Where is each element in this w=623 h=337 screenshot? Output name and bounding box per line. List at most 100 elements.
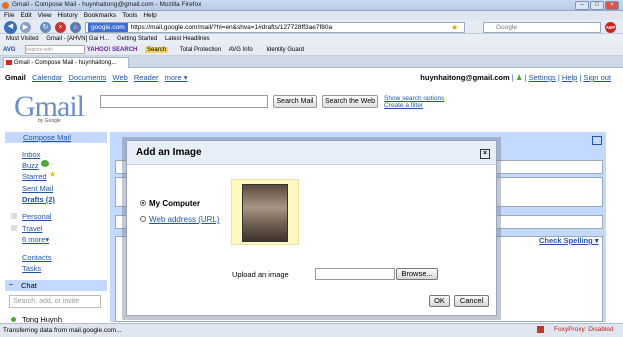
sidebar-item-sent[interactable]: Sent Mail: [22, 184, 53, 193]
menu-view[interactable]: View: [38, 11, 52, 20]
sidebar-item-contacts[interactable]: Contacts: [22, 253, 52, 262]
addon-toolbar: AVG explore with YAHOO! SEARCH Search To…: [0, 44, 623, 56]
avg-info-button[interactable]: AVG Info: [229, 47, 253, 53]
sidebar-item-more[interactable]: 6 more▾: [22, 235, 49, 244]
popout-icon[interactable]: [592, 136, 602, 145]
status-text: Transferring data from mail.google.com..…: [3, 327, 122, 334]
option-web-address[interactable]: Web address (URL): [149, 215, 220, 224]
ok-button[interactable]: OK: [429, 295, 450, 307]
maximize-button[interactable]: □: [590, 1, 604, 10]
menu-bookmarks[interactable]: Bookmarks: [84, 11, 117, 20]
label-personal-icon: [11, 213, 17, 219]
radio-web-address[interactable]: [140, 216, 146, 222]
settings-link[interactable]: Settings: [529, 73, 556, 82]
forward-icon[interactable]: ▶: [20, 22, 31, 33]
tab-gmail-compose[interactable]: Gmail - Compose Mail - huynhaitong...: [3, 57, 129, 68]
menu-edit[interactable]: Edit: [20, 11, 31, 20]
reload-icon[interactable]: ↻: [40, 22, 51, 33]
tab-title: Gmail - Compose Mail - huynhaitong...: [14, 60, 117, 66]
window-titlebar: Gmail - Compose Mail - huynhaitong@gmail…: [0, 0, 623, 11]
help-link[interactable]: Help: [562, 73, 577, 82]
browser-search-input[interactable]: Google: [483, 22, 601, 33]
dialog-title: Add an Image: [127, 141, 496, 165]
gmail-favicon-icon: [6, 60, 12, 65]
sidebar-item-drafts[interactable]: Drafts (2): [22, 195, 55, 204]
search-options-links: Show search options Create a filter: [384, 95, 444, 109]
back-icon[interactable]: ◀: [4, 21, 17, 34]
cancel-button[interactable]: Cancel: [454, 295, 489, 307]
foxyproxy-status[interactable]: FoxyProxy: Disabled: [554, 326, 614, 333]
navigation-toolbar: ◀ ▶ ↻ × ⌂ google.com https://mail.google.…: [0, 20, 623, 34]
home-icon[interactable]: ⌂: [70, 22, 81, 33]
sidebar-item-starred[interactable]: Starred: [22, 172, 47, 181]
total-protection-button[interactable]: Total Protection: [180, 47, 221, 53]
add-image-dialog: Add an Image × My Computer Web address (…: [126, 140, 497, 316]
bookmark-star-icon[interactable]: ★: [451, 23, 458, 32]
avg-logo[interactable]: AVG: [3, 47, 16, 53]
bookmark-latest-headlines[interactable]: Latest Headlines: [165, 36, 210, 42]
logo-subtitle: by Google: [38, 118, 61, 124]
nav-reader[interactable]: Reader: [134, 73, 159, 82]
search-mail-button[interactable]: Search Mail: [273, 95, 317, 108]
nav-web[interactable]: Web: [113, 73, 128, 82]
online-status-icon: [11, 317, 16, 322]
search-web-button[interactable]: Search the Web: [322, 95, 378, 108]
show-search-options-link[interactable]: Show search options: [384, 95, 444, 102]
adblock-icon[interactable]: ABP: [605, 22, 616, 33]
bookmark-most-visited[interactable]: Most Visited: [6, 36, 39, 42]
stop-icon[interactable]: ×: [55, 22, 66, 33]
upload-label: Upload an image: [232, 270, 289, 279]
nav-gmail[interactable]: Gmail: [5, 73, 26, 82]
image-preview: [231, 179, 299, 245]
compose-mail-button[interactable]: Compose Mail: [5, 132, 107, 143]
menu-bar: File Edit View History Bookmarks Tools H…: [0, 11, 623, 20]
menu-tools[interactable]: Tools: [122, 11, 137, 20]
firefox-icon: [2, 2, 9, 9]
sidebar-item-travel[interactable]: Travel: [22, 224, 43, 233]
label-travel-icon: [11, 225, 17, 231]
site-identity[interactable]: google.com: [88, 23, 128, 32]
chat-collapse-icon[interactable]: –: [9, 281, 13, 288]
menu-help[interactable]: Help: [143, 11, 156, 20]
nav-documents[interactable]: Documents: [68, 73, 106, 82]
sidebar-item-inbox[interactable]: Inbox: [22, 150, 40, 159]
nav-more[interactable]: more ▾: [165, 73, 188, 82]
user-icon: ♟: [515, 73, 523, 82]
yahoo-search-label: YAHOO! SEARCH: [86, 47, 138, 53]
dialog-close-button[interactable]: ×: [480, 149, 490, 159]
menu-history[interactable]: History: [58, 11, 78, 20]
window-title: Gmail - Compose Mail - huynhaitong@gmail…: [12, 1, 202, 8]
yahoo-search-input[interactable]: explore with: [25, 44, 86, 54]
chat-header[interactable]: Chat: [5, 280, 107, 291]
user-bar: huynhaitong@gmail.com | ♟ | Settings | H…: [420, 73, 611, 82]
mail-search-input[interactable]: [100, 95, 268, 108]
sign-out-link[interactable]: Sign out: [583, 73, 611, 82]
star-icon: ★: [49, 170, 57, 179]
user-email: huynhaitong@gmail.com: [420, 73, 510, 82]
sidebar-item-personal[interactable]: Personal: [22, 212, 52, 221]
bookmark-gmail-ahvn[interactable]: Gmail - [AHVN] Gai H...: [46, 36, 109, 42]
minimize-button[interactable]: –: [575, 1, 589, 10]
file-path-input[interactable]: [315, 268, 395, 280]
preview-image: [242, 184, 288, 242]
status-bar: Transferring data from mail.google.com..…: [0, 323, 623, 337]
identity-guard-button[interactable]: Identity Guard: [266, 47, 304, 53]
browse-button[interactable]: Browse...: [396, 268, 438, 280]
addon-status-icon[interactable]: [537, 326, 544, 333]
tab-bar: Gmail - Compose Mail - huynhaitong...: [0, 56, 623, 68]
radio-my-computer[interactable]: [140, 200, 146, 206]
url-bar[interactable]: google.com https://mail.google.com/mail/?…: [85, 22, 465, 33]
menu-file[interactable]: File: [4, 11, 14, 20]
yahoo-search-button[interactable]: Search: [145, 47, 169, 53]
nav-calendar[interactable]: Calendar: [32, 73, 62, 82]
bookmark-getting-started[interactable]: Getting Started: [117, 36, 157, 42]
check-spelling-link[interactable]: Check Spelling ▾: [539, 236, 599, 245]
google-bar: Gmail Calendar Documents Web Reader more…: [5, 73, 188, 82]
sidebar-item-tasks[interactable]: Tasks: [22, 264, 41, 273]
close-window-button[interactable]: ×: [605, 1, 619, 10]
url-text: https://mail.google.com/mail/?hl=en&shva…: [130, 24, 333, 31]
sidebar-item-buzz[interactable]: Buzz: [22, 161, 39, 170]
option-my-computer[interactable]: My Computer: [149, 199, 200, 208]
create-filter-link[interactable]: Create a filter: [384, 102, 444, 109]
chat-search-input[interactable]: Search, add, or invite: [9, 295, 101, 308]
